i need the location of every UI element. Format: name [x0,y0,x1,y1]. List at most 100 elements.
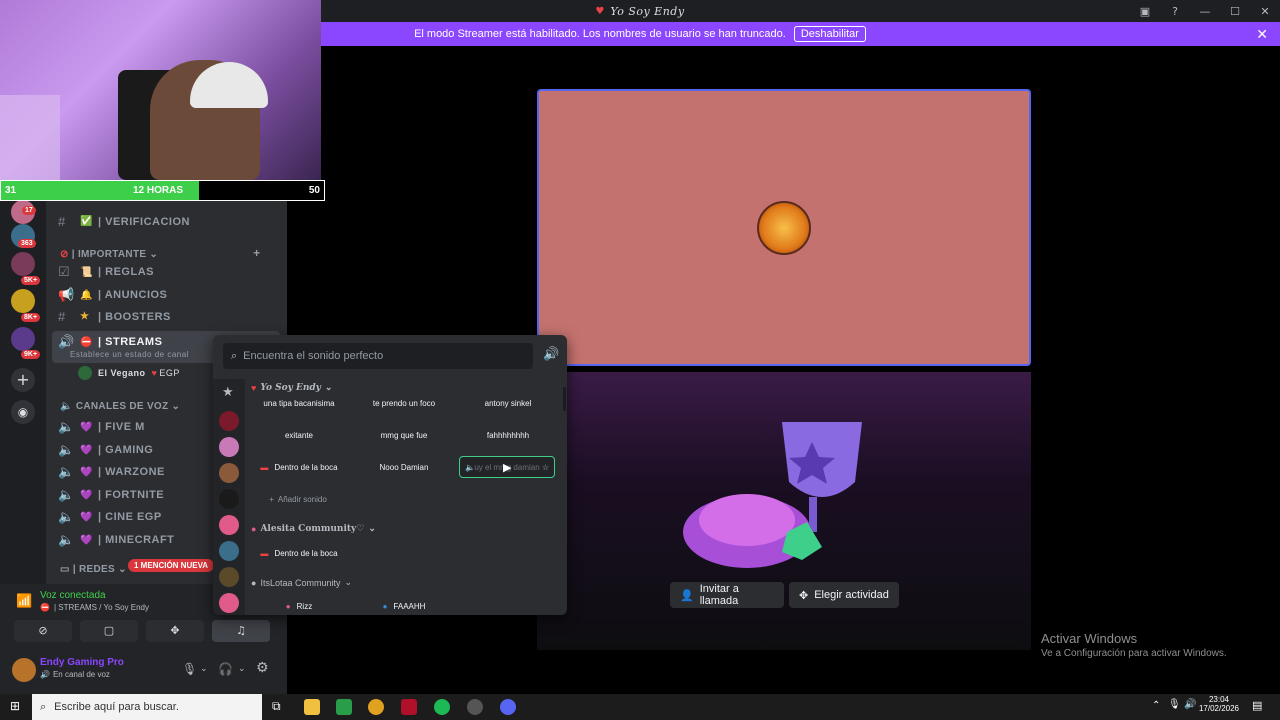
sound-button[interactable]: ▬ Dentro de la boca [251,542,347,564]
sound-group-header[interactable]: ● Alesita Community♡ ⌄ [251,523,376,534]
voice-status[interactable]: Voz conectada [40,590,106,601]
microphone-icon[interactable]: 🎙 [1168,699,1181,710]
channel-reglas[interactable]: ☑ 📜 | REGLAS [58,264,154,280]
category-importante[interactable]: ⊘ | IMPORTANTE ⌄ + [60,246,260,260]
sound-button[interactable]: ▬ Dentro de la boca [251,456,347,478]
soundboard-button[interactable]: ♫ [212,620,270,642]
sound-button[interactable]: mmg que fue [356,424,452,446]
channel-five-m[interactable]: 🔈 💜 | FIVE M [58,419,145,435]
help-icon[interactable]: ? [1160,5,1190,18]
server-avatar[interactable] [219,541,239,561]
volume-icon[interactable]: 🔊 [1184,699,1196,710]
chevron-up-icon[interactable]: ⌃ [1152,700,1160,711]
server-avatar[interactable] [219,515,239,535]
flag-emoji-icon: ▬ [260,462,269,472]
maximize-button[interactable]: ☐ [1220,5,1250,18]
close-banner-icon[interactable]: ✕ [1256,26,1268,43]
server-icon[interactable] [11,252,35,276]
explore-icon[interactable]: ◉ [11,400,35,424]
sound-button[interactable]: Nooo Damian [356,456,452,478]
taskbar-search-label: Escribe aquí para buscar. [54,701,179,713]
server-avatar[interactable] [219,489,239,509]
microphone-icon[interactable]: 🎙 [182,662,197,676]
new-mention-pill[interactable]: 1 MENCIÓN NUEVA [128,559,215,572]
user-status-label: En canal de voz [52,670,110,679]
timer-label: 12 HORAS [132,185,183,196]
gear-icon[interactable]: ⚙ [256,660,269,676]
invite-to-call-button[interactable]: 👤 Invitar a llamada [670,582,784,608]
server-avatar[interactable] [219,567,239,587]
voice-channel[interactable]: ⛔ | STREAMS / Yo Soy Endy [40,603,149,612]
obs-icon[interactable] [467,699,483,715]
category-voz[interactable]: 🔈 CANALES DE VOZ ⌄ [60,401,180,412]
server-avatar[interactable] [219,593,239,613]
voice-channel-icon: 🔈 [58,464,75,479]
channel-fortnite[interactable]: 🔈 💜 | FORTNITE [58,487,164,503]
disable-streamer-button[interactable]: Deshabilitar [793,26,866,42]
minimize-button[interactable]: — [1190,5,1220,18]
chrome-icon[interactable] [368,699,384,715]
clock[interactable]: 23:04 17/02/2026 [1198,695,1240,713]
notifications-icon[interactable]: ▤ [1252,699,1262,712]
star-emoji-icon: ★ [80,311,90,322]
choose-activity-button[interactable]: ✥ Elegir actividad [789,582,899,608]
spotify-icon[interactable] [434,699,450,715]
activities-button[interactable]: ✥ [146,620,204,642]
channel-minecraft[interactable]: 🔈 💜 | MINECRAFT [58,532,174,548]
sound-button[interactable]: ● FAAAHH [356,595,452,615]
channel-warzone[interactable]: 🔈 💜 | WARZONE [58,464,165,480]
sound-button[interactable]: una tipa bacanisima [251,392,347,414]
acrobat-icon[interactable] [401,699,417,715]
voice-user[interactable]: El Vegano ♥ EGP [78,366,180,380]
discord-icon[interactable] [500,699,516,715]
taskbar-search[interactable]: ⌕ Escribe aquí para buscar. [32,694,262,720]
category-redes[interactable]: ▭ | REDES ⌄ [60,564,127,575]
screen-share-icon[interactable]: ▣ [1130,5,1160,18]
voice-channel-icon: 🔈 [58,532,75,547]
headphones-icon[interactable]: 🎧 [218,662,233,676]
file-explorer-icon[interactable] [304,699,320,715]
channel-verificacion[interactable]: # ✅ | VERIFICACION [58,214,190,229]
task-view-icon[interactable]: ⧉ [272,699,281,714]
sound-button-hovered[interactable]: 🔈 uy el mmg damian ▶ ☆ [459,456,555,478]
bell-emoji-icon: 🔔 [80,289,93,301]
favorite-star-icon[interactable]: ☆ [542,463,549,472]
voice-stage-tile[interactable] [537,89,1031,366]
chevron-down-icon[interactable]: ⌄ [238,664,246,674]
sound-button[interactable]: exitante [251,424,347,446]
store-icon[interactable] [336,699,352,715]
sound-button[interactable]: te prendo un foco [356,392,452,414]
server-icon[interactable] [11,289,35,313]
server-avatar[interactable] [219,437,239,457]
search-icon: ⌕ [231,349,238,362]
channel-cine-egp[interactable]: 🔈 💜 | CINE EGP [58,509,162,525]
favorites-star-icon[interactable]: ★ [222,385,234,400]
add-server-icon[interactable]: + [11,368,35,392]
rules-channel-icon: ☑ [58,264,71,279]
heart-emoji-icon: 💜 [80,421,93,433]
scrollbar[interactable] [563,387,566,411]
add-channel-icon[interactable]: + [253,246,260,260]
server-avatar[interactable] [219,411,239,431]
screen-share-button[interactable]: ▢ [80,620,138,642]
channel-anuncios[interactable]: 📢 🔔 | ANUNCIOS [58,287,167,303]
close-button[interactable]: ✕ [1250,5,1280,18]
channel-boosters[interactable]: # ★ | BOOSTERS [58,309,171,324]
sound-button[interactable]: ● Rizz [251,595,347,615]
server-icon[interactable] [11,327,35,351]
channel-gaming[interactable]: 🔈 💜 | GAMING [58,442,153,458]
volume-icon[interactable]: 🔊 [543,347,559,362]
channel-status[interactable]: Establece un estado de canal [70,350,189,359]
sound-group-header[interactable]: ● ItsLotaa Community ⌄ [251,577,352,588]
play-icon[interactable]: ▶ [503,461,511,474]
camera-off-button[interactable]: ⊘ [14,620,72,642]
avatar[interactable] [12,658,36,682]
user-name[interactable]: Endy Gaming Pro [40,657,124,668]
add-sound-button[interactable]: + Añadir sonido [263,488,333,510]
sound-button[interactable]: fahhhhhhhh [460,424,556,446]
server-avatar[interactable] [219,463,239,483]
sound-button[interactable]: antony sinkel [460,392,556,414]
sound-search-input[interactable] [243,350,524,362]
windows-start-icon[interactable]: ⊞ [10,699,20,713]
chevron-down-icon[interactable]: ⌄ [200,664,208,674]
